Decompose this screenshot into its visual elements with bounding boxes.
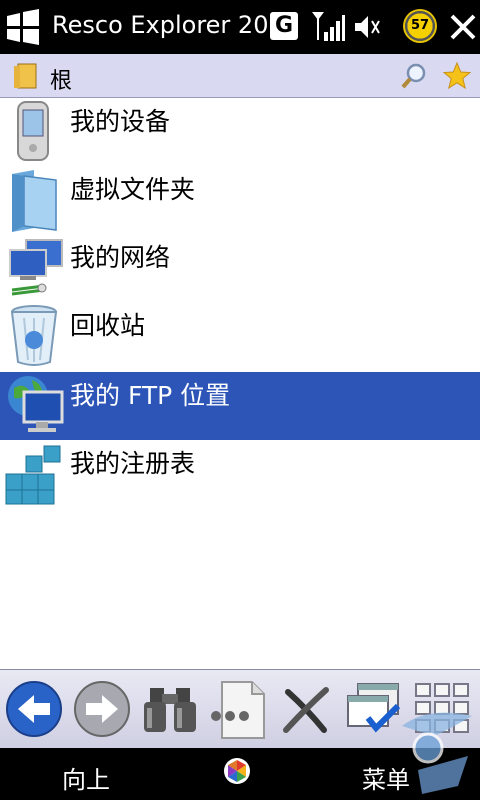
watermark-logo-icon (402, 712, 472, 794)
list-item-label: 回收站 (70, 311, 146, 340)
list-item-my-network[interactable]: 我的网络 (0, 234, 480, 302)
recycle-bin-icon (10, 305, 58, 366)
select-window-icon[interactable] (344, 678, 404, 740)
list-item-my-registry[interactable]: 我的注册表 (0, 440, 480, 508)
new-file-icon[interactable] (208, 678, 268, 740)
windows-logo-icon[interactable] (4, 8, 42, 46)
ftp-globe-icon (8, 376, 64, 432)
folder-icon (14, 63, 37, 89)
forward-arrow-icon[interactable] (72, 678, 132, 740)
close-icon[interactable] (448, 12, 478, 42)
list-item-virtual-folder[interactable]: 虚拟文件夹 (0, 166, 480, 234)
start-flag-icon[interactable] (222, 756, 252, 786)
network-type-badge: G (270, 12, 298, 40)
file-list: 我的设备 虚拟文件夹 我的网络 回收站 我的 FTP 位置 我的注册表 (0, 98, 480, 669)
search-icon[interactable] (400, 62, 428, 90)
list-item-my-device[interactable]: 我的设备 (0, 98, 480, 166)
registry-cubes-icon (5, 445, 61, 505)
list-item-recycle-bin[interactable]: 回收站 (0, 302, 480, 370)
delete-x-icon[interactable] (276, 678, 336, 740)
list-item-label: 我的网络 (70, 243, 171, 272)
list-item-my-ftp[interactable]: 我的 FTP 位置 (0, 372, 480, 440)
back-arrow-icon[interactable] (4, 678, 64, 740)
battery-icon[interactable]: 57 (403, 9, 437, 43)
list-item-label: 虚拟文件夹 (70, 175, 196, 204)
list-item-label: 我的 FTP 位置 (70, 381, 231, 410)
app-title: Resco Explorer 200 (52, 11, 284, 39)
current-path[interactable]: 根 (50, 63, 72, 95)
volume-icon[interactable] (352, 12, 382, 42)
list-item-label: 我的注册表 (70, 449, 196, 478)
pda-device-icon (17, 101, 49, 161)
virtual-folder-icon (12, 170, 57, 232)
softkey-up[interactable]: 向上 (62, 760, 110, 795)
path-bar: 根 (0, 54, 480, 98)
list-item-label: 我的设备 (70, 107, 171, 136)
signal-icon[interactable] (310, 10, 346, 44)
status-bar: Resco Explorer 200 G 57 (0, 0, 480, 54)
favorites-star-icon[interactable] (442, 61, 472, 91)
binoculars-icon[interactable] (140, 678, 200, 740)
network-icon (9, 239, 63, 296)
